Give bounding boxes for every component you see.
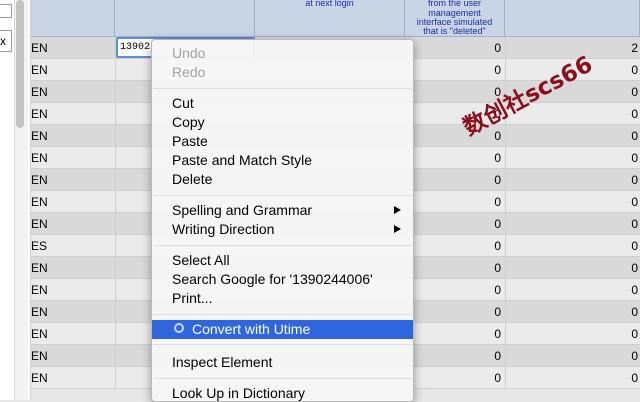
header-deleted-line: from the user [427,0,482,8]
header-cell-id[interactable] [115,0,255,37]
cell-count[interactable]: 0 [405,323,505,345]
utime-spinner-icon [174,323,184,333]
header-login-text: at next login [305,0,354,8]
menu-item-delete[interactable]: Delete [152,170,413,189]
cell-total[interactable]: 0 [505,367,640,389]
cell-count[interactable]: 0 [405,235,505,257]
cell-code[interactable]: EN [31,279,115,301]
cell-code[interactable]: ES [31,235,115,257]
submenu-arrow-icon [394,206,401,214]
menu-item-inspect[interactable]: Inspect Element [152,353,413,372]
cell-total[interactable]: 0 [505,147,640,169]
cell-code[interactable]: EN [31,37,115,59]
menu-item-copy[interactable]: Copy [152,113,413,132]
close-icon: x [0,34,6,48]
left-sidebar: x [0,0,31,400]
menu-item-print[interactable]: Print... [152,289,413,308]
menu-separator [153,314,412,315]
cell-code[interactable]: EN [31,81,115,103]
cell-code[interactable]: EN [31,59,115,81]
cell-code[interactable]: EN [31,147,115,169]
scrollbar-thumb[interactable] [16,0,24,128]
menu-item-paste-match-style[interactable]: Paste and Match Style [152,151,413,170]
menu-item-paste[interactable]: Paste [152,132,413,151]
header-cell-total[interactable] [505,0,640,37]
menu-item-select-all[interactable]: Select All [152,251,413,270]
sidebar-box[interactable] [0,4,12,18]
cell-code[interactable]: EN [31,257,115,279]
menu-item-label: Convert with Utime [192,321,311,337]
menu-item-undo[interactable]: Undo [152,44,413,63]
cell-total[interactable]: 0 [505,235,640,257]
menu-separator [153,378,412,379]
cell-count[interactable]: 0 [405,37,505,59]
cell-code[interactable]: EN [31,191,115,213]
cell-count[interactable]: 0 [405,213,505,235]
cell-total[interactable]: 0 [505,323,640,345]
cell-code[interactable]: EN [31,213,115,235]
header-deleted-line: that is "deleted" [423,26,486,36]
menu-item-convert-utime[interactable]: Convert with Utime [152,320,413,339]
cell-code[interactable]: EN [31,169,115,191]
menu-separator [153,195,412,196]
cell-total[interactable]: 0 [505,345,640,367]
cell-total[interactable]: 0 [505,257,640,279]
cell-total[interactable]: 0 [505,169,640,191]
cell-count[interactable]: 0 [405,279,505,301]
cell-code[interactable]: EN [31,323,115,345]
menu-separator [153,88,412,89]
menu-separator [153,344,412,345]
header-cell-login[interactable]: at next login [255,0,405,37]
context-menu: Undo Redo Cut Copy Paste Paste and Match… [151,39,414,402]
cell-count[interactable]: 0 [405,257,505,279]
menu-item-redo[interactable]: Redo [152,63,413,82]
cell-count[interactable]: 0 [405,169,505,191]
cell-total[interactable]: 0 [505,191,640,213]
cell-count[interactable]: 0 [405,59,505,81]
header-cell-code[interactable] [31,0,115,37]
cell-total[interactable]: 0 [505,213,640,235]
cell-count[interactable]: 0 [405,345,505,367]
menu-item-search-google[interactable]: Search Google for '1390244006' [152,270,413,289]
cell-count[interactable]: 0 [405,147,505,169]
menu-item-writing-direction[interactable]: Writing Direction [152,220,413,239]
cell-total[interactable]: 0 [505,279,640,301]
cell-total[interactable]: 0 [505,125,640,147]
submenu-arrow-icon [394,225,401,233]
menu-item-cut[interactable]: Cut [152,94,413,113]
cell-code[interactable]: EN [31,103,115,125]
menu-item-label: Spelling and Grammar [172,202,313,218]
cell-code[interactable]: EN [31,301,115,323]
cell-count[interactable]: 0 [405,301,505,323]
close-button[interactable]: x [0,30,12,52]
menu-separator [153,245,412,246]
cell-code[interactable]: EN [31,367,115,389]
cell-count[interactable]: 0 [405,367,505,389]
cell-total[interactable]: 0 [505,301,640,323]
cell-code[interactable]: EN [31,345,115,367]
menu-item-spelling[interactable]: Spelling and Grammar [152,201,413,220]
menu-item-lookup[interactable]: Look Up in Dictionary [152,384,413,401]
menu-item-label: Writing Direction [172,221,275,237]
cell-code[interactable]: EN [31,125,115,147]
header-cell-deleted[interactable]: from the user management interface simul… [405,0,505,37]
cell-count[interactable]: 0 [405,191,505,213]
